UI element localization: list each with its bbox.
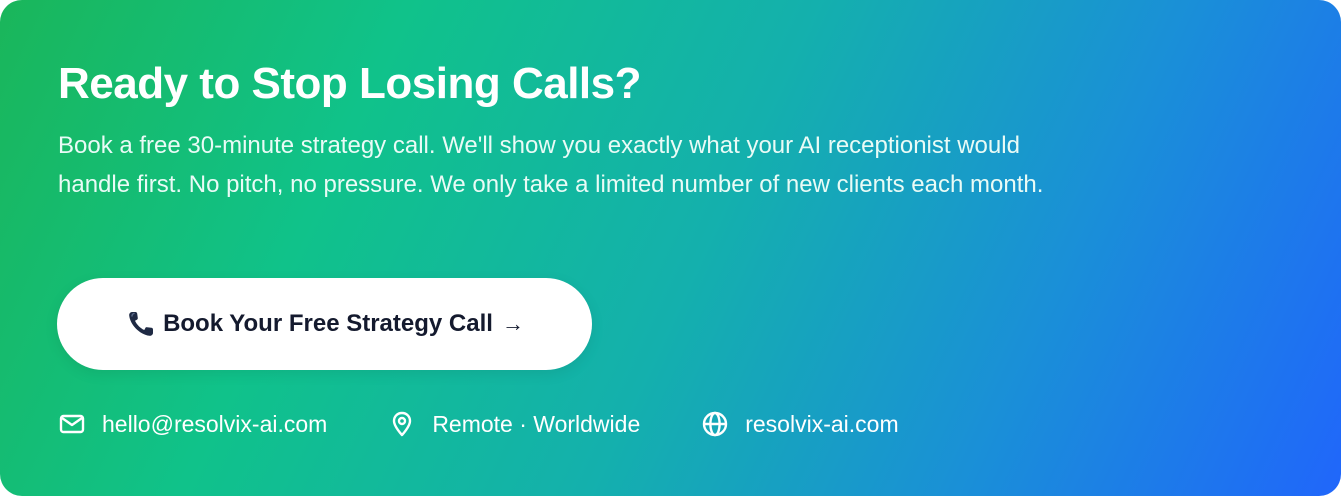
description: Book a free 30-minute strategy call. We'… (58, 132, 1044, 198)
cta-label: Book Your Free Strategy Call (163, 310, 493, 337)
contact-website[interactable]: resolvix-ai.com (701, 410, 899, 438)
phone-icon (125, 308, 157, 340)
cta-banner: Ready to Stop Losing Calls? Book a free … (0, 0, 1341, 496)
mail-icon (58, 410, 86, 438)
globe-icon (701, 410, 729, 438)
arrow-right-icon: → (501, 311, 524, 336)
contact-location: Remote · Worldwide (388, 410, 640, 438)
website-text: resolvix-ai.com (745, 410, 899, 437)
map-pin-icon (388, 410, 416, 438)
headline: Ready to Stop Losing Calls? (58, 59, 642, 108)
contact-email[interactable]: hello@resolvix-ai.com (58, 410, 327, 438)
book-strategy-call-button[interactable]: Book Your Free Strategy Call → (57, 278, 592, 370)
email-text: hello@resolvix-ai.com (102, 410, 328, 437)
location-text: Remote · Worldwide (432, 410, 641, 437)
contact-info-row: hello@resolvix-ai.com Remote · Worldwide… (58, 406, 899, 442)
